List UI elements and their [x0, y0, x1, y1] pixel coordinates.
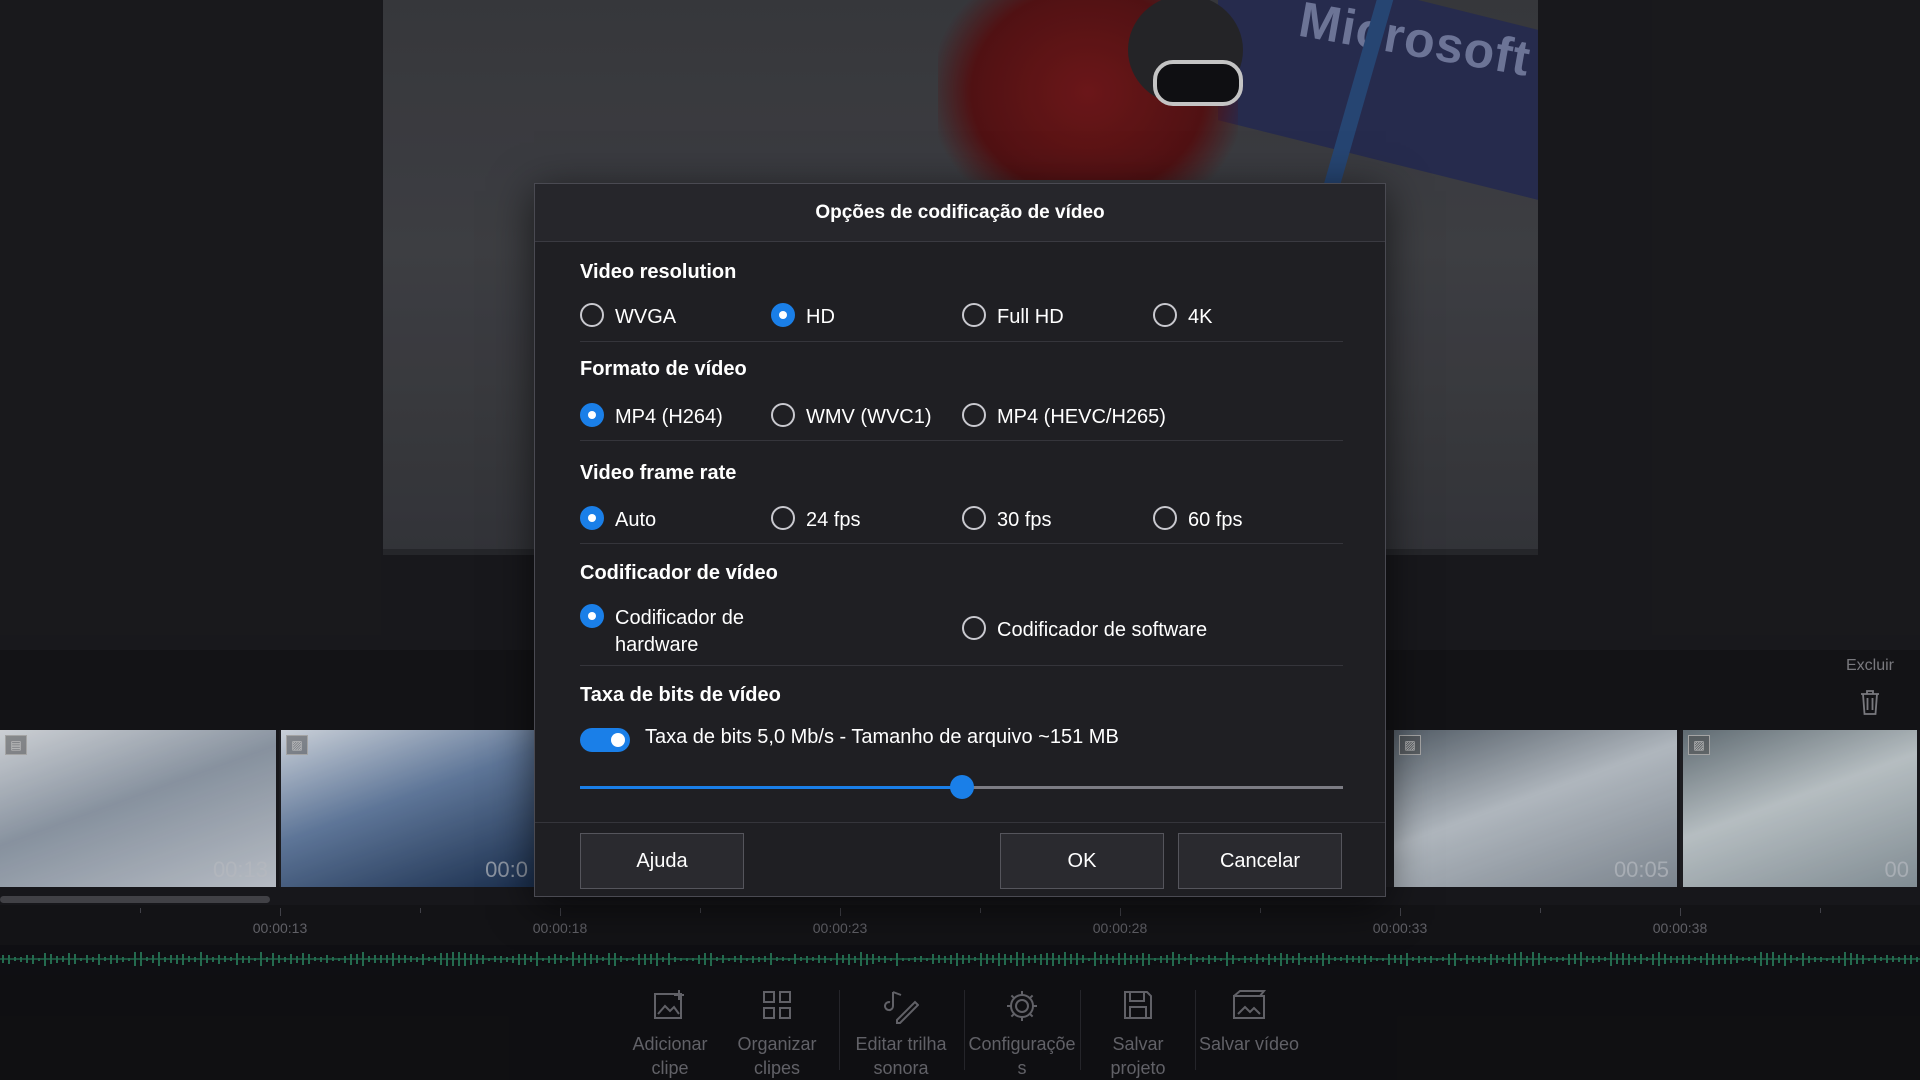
radio-icon	[771, 403, 795, 427]
bitrate-toggle[interactable]	[580, 728, 630, 752]
format-option-mp4-hevc[interactable]: MP4 (HEVC/H265)	[962, 403, 1166, 431]
resolution-title: Video resolution	[580, 261, 737, 283]
radio-icon	[1153, 506, 1177, 530]
encoder-title: Codificador de vídeo	[580, 562, 778, 584]
bitrate-slider-thumb[interactable]	[949, 775, 974, 799]
framerate-title: Video frame rate	[580, 462, 737, 484]
encoding-options-dialog: Opções de codificação de vídeo Video res…	[534, 183, 1386, 897]
radio-icon	[580, 604, 604, 628]
encoder-section: Codificador de vídeo Codificador de hardw…	[580, 544, 1343, 666]
dialog-footer: Ajuda OK Cancelar	[535, 822, 1385, 897]
encoder-option-hardware[interactable]: Codificador de hardware	[580, 604, 744, 659]
bitrate-section: Taxa de bits de vídeo Taxa de bits 5,0 M…	[580, 666, 1343, 822]
radio-icon	[580, 506, 604, 530]
radio-icon	[771, 506, 795, 530]
help-button[interactable]: Ajuda	[580, 833, 744, 889]
framerate-section: Video frame rate Auto 24 fps 30 fps 60 f…	[580, 441, 1343, 544]
bitrate-text: Taxa de bits 5,0 Mb/s - Tamanho de arqui…	[645, 726, 1119, 748]
radio-icon	[580, 403, 604, 427]
radio-icon	[962, 616, 986, 640]
radio-icon	[580, 303, 604, 327]
radio-icon	[962, 403, 986, 427]
resolution-option-full-hd[interactable]: Full HD	[962, 303, 1064, 331]
radio-icon	[962, 506, 986, 530]
framerate-option-24[interactable]: 24 fps	[771, 506, 860, 534]
radio-icon	[962, 303, 986, 327]
format-option-mp4-h264[interactable]: MP4 (H264)	[580, 403, 723, 431]
dialog-title: Opções de codificação de vídeo	[535, 184, 1385, 242]
radio-icon	[1153, 303, 1177, 327]
resolution-section: Video resolution WVGA HD Full HD 4K	[580, 243, 1343, 342]
framerate-option-auto[interactable]: Auto	[580, 506, 656, 534]
framerate-option-30[interactable]: 30 fps	[962, 506, 1051, 534]
framerate-option-60[interactable]: 60 fps	[1153, 506, 1242, 534]
format-title: Formato de vídeo	[580, 358, 747, 380]
resolution-option-wvga[interactable]: WVGA	[580, 303, 676, 331]
encoder-option-software[interactable]: Codificador de software	[962, 616, 1207, 644]
radio-icon	[771, 303, 795, 327]
cancel-button[interactable]: Cancelar	[1178, 833, 1342, 889]
resolution-option-4k[interactable]: 4K	[1153, 303, 1212, 331]
bitrate-title: Taxa de bits de vídeo	[580, 684, 781, 706]
ok-button[interactable]: OK	[1000, 833, 1164, 889]
resolution-option-hd[interactable]: HD	[771, 303, 835, 331]
format-section: Formato de vídeo MP4 (H264) WMV (WVC1) M…	[580, 342, 1343, 441]
format-option-wmv[interactable]: WMV (WVC1)	[771, 403, 932, 431]
app-window: Microsoft Excluir ▤ 00:13 ▨ 00:0 ▨ 00:05 ▨ 00 0…	[0, 0, 1920, 1080]
